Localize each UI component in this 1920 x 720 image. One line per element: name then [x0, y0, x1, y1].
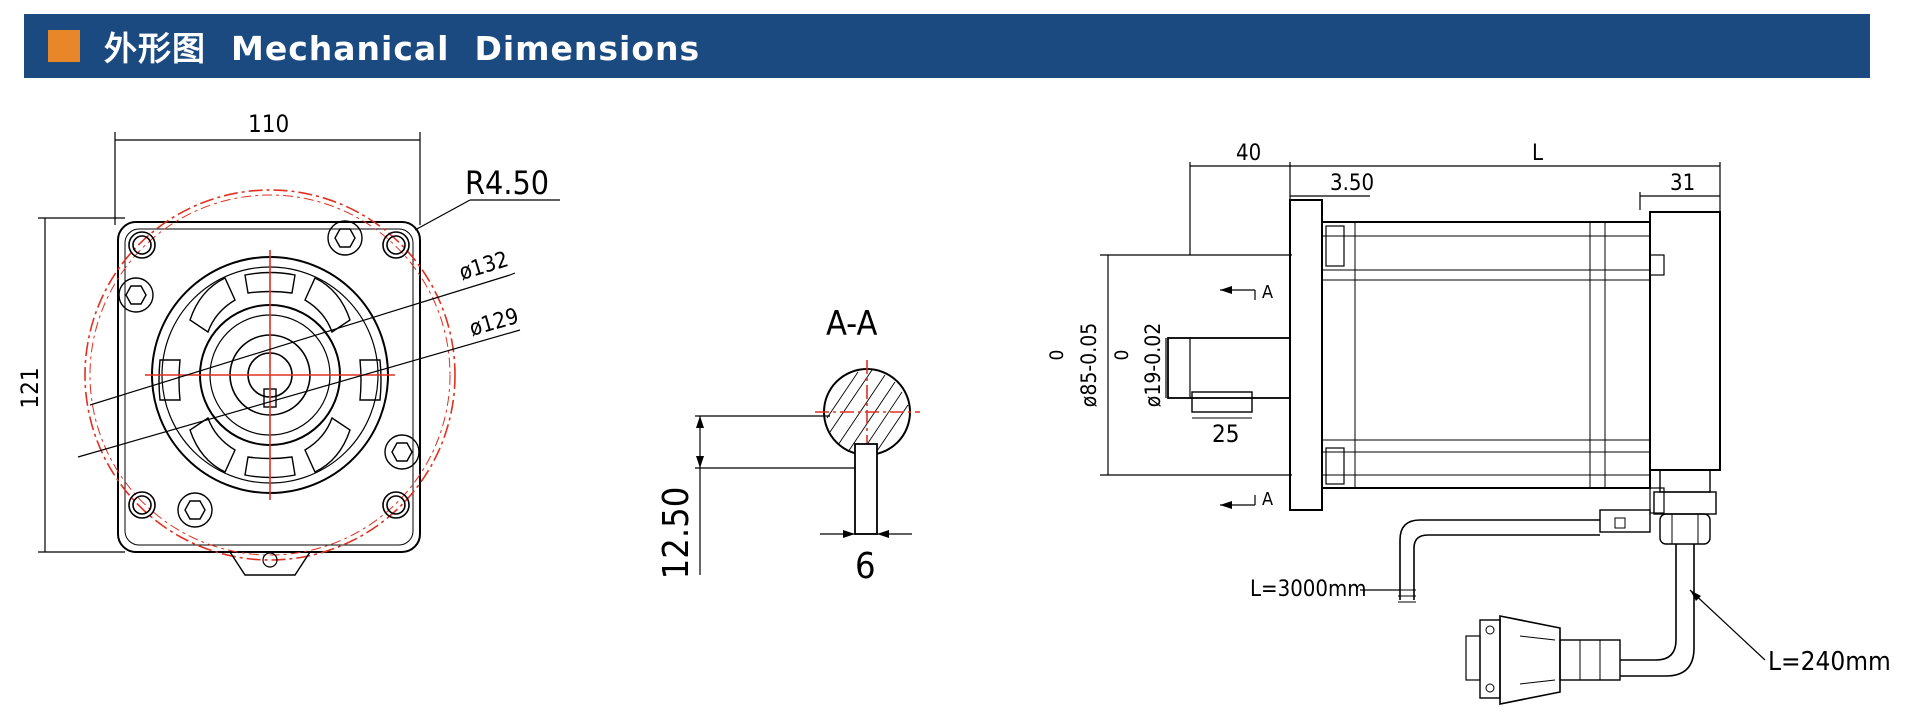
outer-diameter-label: ø132	[456, 247, 511, 285]
shaft-tolerance-top: 0	[1111, 350, 1133, 361]
pilot-diameter-label: ø85-0.05	[1077, 323, 1101, 407]
radius-label: R4.50	[465, 164, 549, 202]
body-length-label: L	[1532, 141, 1543, 166]
inner-diameter-label: ø129	[467, 304, 522, 342]
keyway-depth-label: 12.50	[656, 487, 697, 580]
section-title: A-A	[826, 304, 877, 344]
section-mark-bottom: A	[1262, 489, 1273, 510]
key-width-label: 6	[855, 546, 876, 587]
shaft-length-label: 40	[1236, 141, 1261, 166]
front-view: 110 121 R4.50 ø132 ø129	[16, 110, 560, 576]
pilot-tolerance-top: 0	[1046, 350, 1068, 361]
mechanical-drawing: 110 121 R4.50 ø132 ø129 A-A 12.50 6 40 L…	[16, 110, 1891, 705]
motor-cable-length-label: L=3000mm	[1250, 577, 1367, 602]
side-view: 40 L 3.50 31 0 ø85-0.05 0 ø19-0.02 25 A …	[1046, 141, 1891, 705]
key-length-label: 25	[1212, 420, 1239, 448]
section-view: A-A 12.50 6	[656, 304, 920, 587]
shaft-diameter-label: ø19-0.02	[1141, 323, 1165, 407]
section-mark-top: A	[1262, 282, 1273, 303]
width-dimension-label: 110	[248, 110, 289, 138]
height-dimension-label: 121	[16, 367, 44, 408]
flange-thickness-label: 3.50	[1330, 171, 1374, 196]
encoder-cable-length-label: L=240mm	[1768, 647, 1891, 677]
rear-cap-label: 31	[1670, 171, 1695, 196]
